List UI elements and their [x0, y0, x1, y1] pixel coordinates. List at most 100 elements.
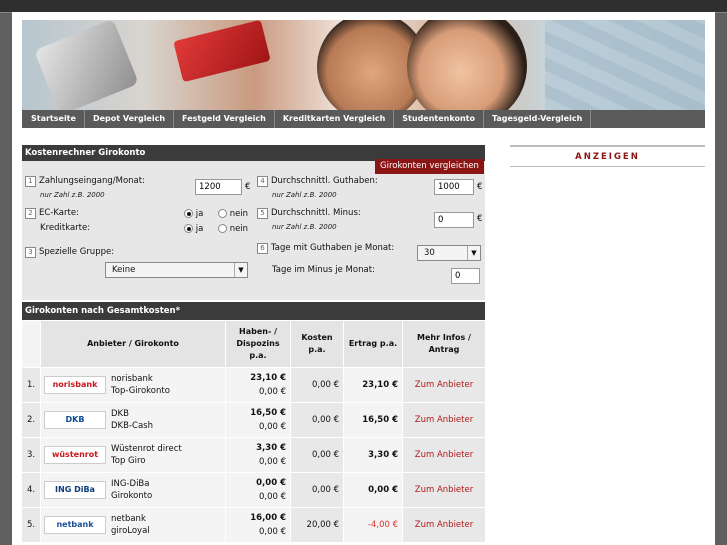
- haben-value: 16,00 €: [250, 513, 286, 523]
- field-2-label: 2 EC-Karte:: [25, 208, 79, 219]
- ec-no-option[interactable]: nein: [218, 209, 248, 219]
- step-number: 6: [257, 243, 268, 254]
- label-text: Zahlungseingang/Monat:: [39, 176, 145, 186]
- field-1-hint: nur Zahl z.B. 2000: [40, 191, 105, 199]
- step-number: 4: [257, 176, 268, 187]
- table-row: 3. wüstenrot Wüstenrot direct Top Giro 3,30 …: [22, 438, 485, 472]
- provider-cell: DKB DKB DKB-Cash: [41, 403, 225, 437]
- header-line: Haben- /: [239, 327, 277, 336]
- nav-kreditkarten-vergleich[interactable]: Kreditkarten Vergleich: [275, 110, 395, 128]
- bank-logo[interactable]: netbank: [44, 516, 106, 534]
- provider-link[interactable]: Zum Anbieter: [403, 473, 485, 507]
- bank-name: Wüstenrot direct: [111, 444, 182, 454]
- haben-value: 23,10 €: [250, 373, 286, 383]
- header-line: p.a.: [308, 345, 326, 354]
- field-3-label: 3 Spezielle Gruppe:: [25, 247, 114, 258]
- bank-logo[interactable]: ING DiBa: [44, 481, 106, 499]
- provider-cell: ING DiBa ING-DiBa Girokonto: [41, 473, 225, 507]
- chevron-down-icon[interactable]: ▼: [467, 246, 480, 260]
- chevron-down-icon[interactable]: ▼: [234, 263, 247, 277]
- field-1-label: 1 Zahlungseingang/Monat:: [25, 176, 145, 187]
- product-name: Top Giro: [111, 456, 146, 466]
- yield-value: -4,00 €: [344, 508, 402, 542]
- bank-name: DKB: [111, 409, 129, 419]
- minus-input[interactable]: [434, 212, 474, 228]
- dispo-value: 0,00 €: [258, 492, 286, 502]
- main-nav: Startseite Depot Vergleich Festgeld Verg…: [22, 110, 705, 128]
- balance-input[interactable]: [434, 179, 474, 195]
- cost-value: 0,00 €: [291, 368, 343, 402]
- compare-button[interactable]: Girokonten vergleichen: [375, 159, 484, 174]
- results-table: Anbieter / Girokonto Haben- / Dispozins p.…: [22, 320, 485, 543]
- cc-no-option[interactable]: nein: [218, 224, 248, 234]
- credit-card-image: [173, 20, 271, 83]
- group-select[interactable]: Keine ▼: [105, 262, 248, 278]
- product-name: Girokonto: [111, 491, 153, 501]
- days-minus-input[interactable]: [451, 268, 480, 284]
- days-credit-select[interactable]: 30 ▼: [417, 245, 481, 261]
- nav-startseite[interactable]: Startseite: [23, 110, 85, 128]
- bank-logo[interactable]: DKB: [44, 411, 106, 429]
- nav-studentenkonto[interactable]: Studentenkonto: [394, 110, 484, 128]
- euro-unit: €: [477, 182, 483, 192]
- nav-festgeld-vergleich[interactable]: Festgeld Vergleich: [174, 110, 275, 128]
- rank: 2.: [22, 403, 40, 437]
- radio-cc-no[interactable]: [218, 224, 227, 233]
- cost-value: 0,00 €: [291, 473, 343, 507]
- interest-cell: 16,50 € 0,00 €: [226, 403, 290, 437]
- interest-cell: 16,00 € 0,00 €: [226, 508, 290, 542]
- cc-yes-option[interactable]: ja: [184, 224, 203, 234]
- provider-link[interactable]: Zum Anbieter: [403, 368, 485, 402]
- product-name: giroLoyal: [111, 526, 150, 536]
- nav-tagesgeld-vergleich[interactable]: Tagesgeld-Vergleich: [484, 110, 592, 128]
- haben-value: 0,00 €: [256, 478, 286, 488]
- header-rank: [22, 321, 40, 367]
- provider-link[interactable]: Zum Anbieter: [403, 438, 485, 472]
- label-text: Spezielle Gruppe:: [39, 247, 115, 257]
- header-line: Dispozins: [236, 339, 280, 348]
- yield-value: 23,10 €: [344, 368, 402, 402]
- banknotes-image: [545, 20, 705, 110]
- interest-cell: 23,10 € 0,00 €: [226, 368, 290, 402]
- provider-cell: wüstenrot Wüstenrot direct Top Giro: [41, 438, 225, 472]
- product-name: DKB-Cash: [111, 421, 153, 431]
- bank-name-block: netbank giroLoyal: [111, 513, 150, 537]
- radio-cc-yes[interactable]: [184, 224, 193, 233]
- provider-link[interactable]: Zum Anbieter: [403, 508, 485, 542]
- field-5-label: 5 Durchschnittl. Minus:: [257, 208, 361, 219]
- bank-logo[interactable]: norisbank: [44, 376, 106, 394]
- ec-yes-option[interactable]: ja: [184, 209, 203, 219]
- bank-name: netbank: [111, 514, 146, 524]
- euro-unit: €: [245, 182, 251, 192]
- option-label: ja: [195, 209, 204, 219]
- yield-value: 3,30 €: [344, 438, 402, 472]
- yield-value: 0,00 €: [344, 473, 402, 507]
- radio-ec-no[interactable]: [218, 209, 227, 218]
- rank: 4.: [22, 473, 40, 507]
- nav-depot-vergleich[interactable]: Depot Vergleich: [85, 110, 175, 128]
- field-4-hint: nur Zahl z.B. 2000: [272, 191, 337, 199]
- provider-link[interactable]: Zum Anbieter: [403, 403, 485, 437]
- ads-label: ANZEIGEN: [510, 147, 705, 167]
- payment-input[interactable]: [195, 179, 242, 195]
- option-label: nein: [229, 224, 249, 234]
- provider-cell: norisbank norisbank Top-Girokonto: [41, 368, 225, 402]
- field-5-hint: nur Zahl z.B. 2000: [272, 223, 337, 231]
- header-interest: Haben- / Dispozins p.a.: [226, 321, 290, 367]
- haben-value: 3,30 €: [256, 443, 286, 453]
- header-line: Mehr Infos /: [417, 333, 471, 342]
- header-line: p.a.: [249, 351, 267, 360]
- step-number: 2: [25, 208, 36, 219]
- header-banner: [22, 20, 705, 110]
- dispo-value: 0,00 €: [258, 527, 286, 537]
- table-row: 1. norisbanknorisbank Top-Girokonto 23,10 €…: [22, 368, 485, 402]
- credit-card-label: Kreditkarte:: [40, 223, 91, 233]
- radio-ec-yes[interactable]: [184, 209, 193, 218]
- results-panel: Girokonten nach Gesamtkosten* Anbieter /…: [22, 302, 485, 545]
- bank-name-block: ING-DiBa Girokonto: [111, 478, 152, 502]
- option-label: nein: [229, 209, 249, 219]
- bank-logo[interactable]: wüstenrot: [44, 446, 106, 464]
- sidebar: ANZEIGEN: [510, 145, 705, 167]
- page: Startseite Depot Vergleich Festgeld Verg…: [12, 12, 715, 545]
- header-yield: Ertrag p.a.: [344, 321, 402, 367]
